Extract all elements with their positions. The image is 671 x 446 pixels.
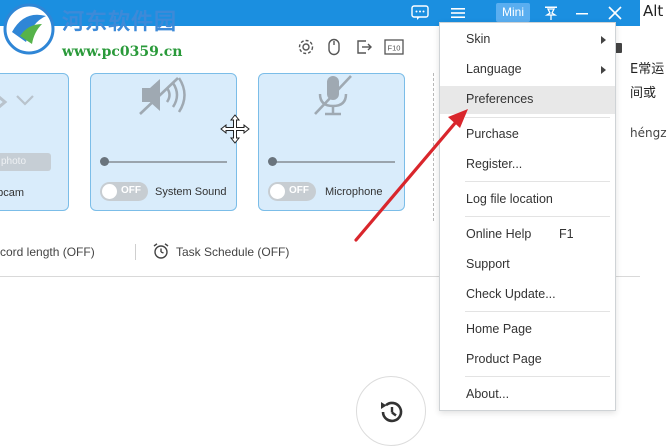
annotation-arrow — [354, 109, 468, 242]
